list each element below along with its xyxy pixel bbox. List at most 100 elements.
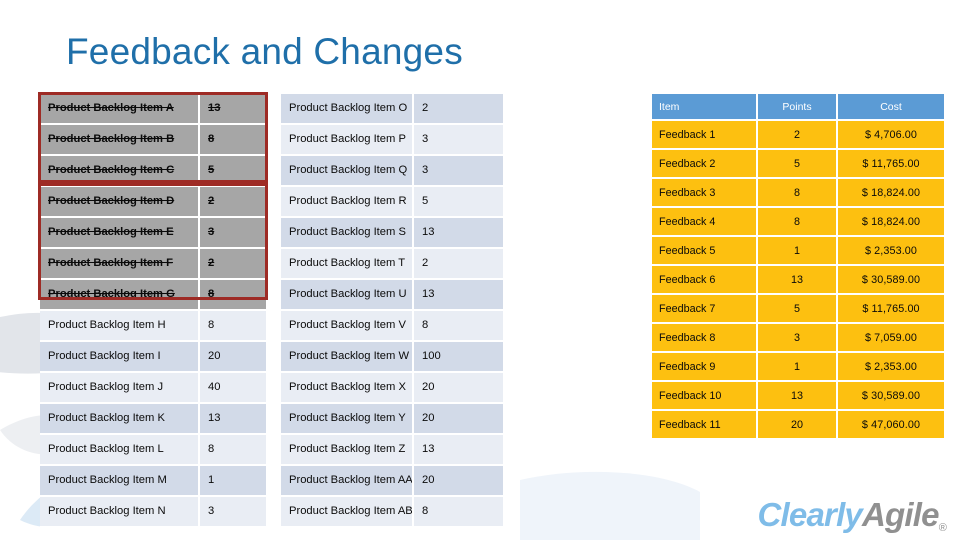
feedback-item-name: Feedback 4 [652,208,758,237]
feedback-table-head: Item Points Cost [652,94,944,121]
table-row: Product Backlog Item G8 [40,280,266,311]
backlog-item-points: 8 [200,280,266,311]
backlog-item-points: 8 [200,311,266,342]
backlog-item-points: 1 [200,466,266,497]
table-row: Product Backlog Item X 20 [281,373,503,404]
backlog-item-name: Product Backlog Item C [40,156,200,187]
table-row: Product Backlog Item V8 [281,311,503,342]
backlog-item-name: Product Backlog Item V [281,311,414,342]
backlog-item-points: 13 [414,280,503,311]
table-row: Feedback 11 20 $ 47,060.00 [652,411,944,440]
backlog-item-name: Product Backlog Item F [40,249,200,280]
table-row: Product Backlog Item F2 [40,249,266,280]
table-row: Product Backlog Item O2 [281,94,503,125]
table-row: Feedback 9 1 $ 2,353.00 [652,353,944,382]
backlog-item-points: 13 [414,435,503,466]
feedback-item-cost: $ 18,824.00 [838,179,944,208]
table-row: Feedback 6 13 $ 30,589.00 [652,266,944,295]
feedback-item-cost: $ 18,824.00 [838,208,944,237]
table-row: Product Backlog Item Y 20 [281,404,503,435]
backlog-item-points: 3 [414,125,503,156]
backlog-item-name: Product Backlog Item A [40,94,200,125]
table-row: Feedback 8 3 $ 7,059.00 [652,324,944,353]
table-row: Product Backlog Item Z 13 [281,435,503,466]
feedback-item-cost: $ 30,589.00 [838,382,944,411]
backlog-item-name: Product Backlog Item O [281,94,414,125]
backlog-item-name: Product Backlog Item W [281,342,414,373]
feedback-item-points: 5 [758,295,838,324]
feedback-item-points: 13 [758,382,838,411]
backlog-item-points: 2 [414,94,503,125]
backlog-item-points: 20 [200,342,266,373]
backlog-item-name: Product Backlog Item N [40,497,200,528]
feedback-table-header-row: Item Points Cost [652,94,944,121]
feedback-item-name: Feedback 10 [652,382,758,411]
backlog-item-name: Product Backlog Item R [281,187,414,218]
backlog-item-points: 8 [414,311,503,342]
backlog-item-points: 13 [414,218,503,249]
backlog-item-points: 5 [200,156,266,187]
backlog-item-points: 8 [200,125,266,156]
table-row: Feedback 2 5 $ 11,765.00 [652,150,944,179]
table-row: Feedback 1 2 $ 4,706.00 [652,121,944,150]
table-row: Product Backlog Item E3 [40,218,266,249]
feedback-item-name: Feedback 5 [652,237,758,266]
table-row: Product Backlog Item M1 [40,466,266,497]
table-row: Product Backlog Item W 100 [281,342,503,373]
backlog-item-points: 100 [414,342,503,373]
backlog-item-points: 3 [200,218,266,249]
feedback-item-points: 8 [758,208,838,237]
backlog-item-name: Product Backlog Item L [40,435,200,466]
feedback-item-name: Feedback 1 [652,121,758,150]
backlog-item-points: 5 [414,187,503,218]
backlog-item-name: Product Backlog Item K [40,404,200,435]
backlog-item-points: 2 [414,249,503,280]
table-row: Feedback 7 5 $ 11,765.00 [652,295,944,324]
column-header-item: Item [652,94,758,121]
feedback-item-points: 1 [758,237,838,266]
feedback-item-name: Feedback 11 [652,411,758,440]
backlog-item-name: Product Backlog Item AB [281,497,414,528]
backlog-item-points: 8 [414,497,503,528]
table-row: Product Backlog Item B8 [40,125,266,156]
backlog-item-points: 20 [414,373,503,404]
backlog-table-left: Product Backlog Item A 13 Product Backlog … [40,94,266,528]
feedback-item-cost: $ 4,706.00 [838,121,944,150]
backlog-item-points: 2 [200,187,266,218]
table-row: Product Backlog Item T2 [281,249,503,280]
backlog-table-right-body: Product Backlog Item O 2 Product Backlog I… [281,94,503,528]
backlog-item-points: 20 [414,404,503,435]
backlog-item-name: Product Backlog Item J [40,373,200,404]
backlog-item-name: Product Backlog Item T [281,249,414,280]
table-row: Feedback 4 8 $ 18,824.00 [652,208,944,237]
backlog-table-right: Product Backlog Item O 2 Product Backlog I… [281,94,503,528]
backlog-item-name: Product Backlog Item B [40,125,200,156]
backlog-item-name: Product Backlog Item X [281,373,414,404]
table-row: Product Backlog Item D2 [40,187,266,218]
feedback-item-cost: $ 30,589.00 [838,266,944,295]
page-title: Feedback and Changes [66,31,463,72]
backlog-item-name: Product Backlog Item M [40,466,200,497]
feedback-item-points: 1 [758,353,838,382]
registered-trademark-icon: ® [938,522,947,534]
table-row: Product Backlog Item AA 20 [281,466,503,497]
column-header-points: Points [758,94,838,121]
table-row: Product Backlog Item A 13 [40,94,266,125]
backlog-item-points: 3 [414,156,503,187]
backlog-item-name: Product Backlog Item E [40,218,200,249]
logo-text-agile: Agile [862,496,939,533]
backlog-item-points: 13 [200,94,266,125]
table-row: Feedback 3 8 $ 18,824.00 [652,179,944,208]
table-row: Product Backlog Item R5 [281,187,503,218]
feedback-item-points: 8 [758,179,838,208]
feedback-item-name: Feedback 6 [652,266,758,295]
feedback-item-cost: $ 11,765.00 [838,295,944,324]
feedback-item-name: Feedback 3 [652,179,758,208]
backlog-item-points: 20 [414,466,503,497]
table-row: Product Backlog Item AB 8 [281,497,503,528]
column-header-cost: Cost [838,94,944,121]
backlog-item-name: Product Backlog Item I [40,342,200,373]
feedback-item-points: 2 [758,121,838,150]
clearly-agile-logo: ClearlyAgile® [758,496,947,534]
backlog-table-left-body: Product Backlog Item A 13 Product Backlog … [40,94,266,528]
